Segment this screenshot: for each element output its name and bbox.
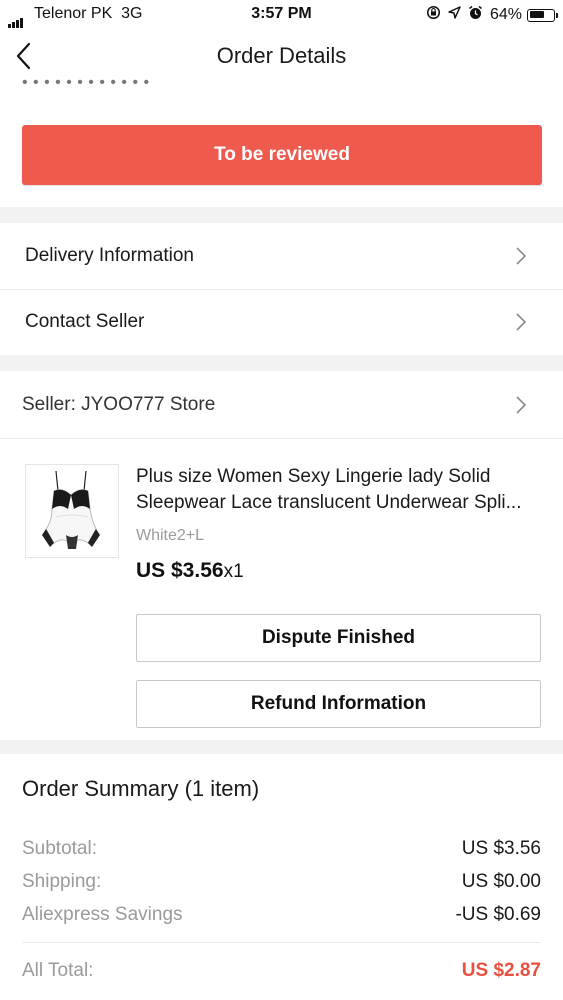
summary-row-shipping: Shipping: US $0.00: [22, 871, 541, 897]
subtotal-label: Subtotal:: [22, 838, 97, 859]
row-divider: [0, 438, 563, 439]
chevron-right-icon: [516, 247, 527, 265]
shipping-value: US $0.00: [461, 871, 541, 892]
contact-seller-row[interactable]: Contact Seller: [0, 290, 563, 355]
product-price-line: US $3.56x1: [136, 559, 244, 583]
chevron-right-icon: [516, 396, 527, 414]
section-divider: [0, 740, 563, 754]
lingerie-product-thumbnail: [42, 470, 100, 549]
battery-icon: [527, 8, 558, 22]
savings-label: Aliexpress Savings: [22, 904, 183, 925]
battery-level-fill: [529, 11, 544, 18]
alarm-icon: [468, 5, 483, 25]
summary-row-subtotal: Subtotal: US $3.56: [22, 838, 541, 864]
savings-value: -US $0.69: [455, 904, 541, 925]
screen-rotation-lock-icon: [426, 5, 441, 25]
product-price: US $3.56: [136, 559, 224, 582]
dispute-finished-button[interactable]: Dispute Finished: [136, 614, 541, 662]
product-thumbnail[interactable]: [25, 464, 119, 558]
delivery-information-label: Delivery Information: [25, 245, 194, 266]
location-arrow-icon: [448, 6, 461, 24]
total-label: All Total:: [22, 960, 94, 981]
seller-name: Seller: JYOO777 Store: [22, 394, 216, 415]
product-title-line: Plus size Women Sexy Lingerie lady Solid: [136, 466, 491, 487]
product-variant: White2+L: [136, 527, 205, 544]
subtotal-value: US $3.56: [461, 838, 541, 859]
refund-information-button[interactable]: Refund Information: [136, 680, 541, 728]
total-value: US $2.87: [461, 960, 541, 981]
section-divider: [0, 355, 563, 371]
product-title-line: Sleepwear Lace translucent Underwear Spl…: [136, 492, 522, 513]
summary-row-savings: Aliexpress Savings -US $0.69: [22, 904, 541, 930]
product-title[interactable]: Plus size Women Sexy Lingerie lady Solid…: [136, 464, 546, 516]
section-divider: [0, 207, 563, 223]
contact-seller-label: Contact Seller: [25, 311, 145, 332]
scrolled-order-note: • • • • • • • • • • • •: [22, 74, 150, 86]
product-quantity: x1: [223, 561, 244, 582]
shipping-label: Shipping:: [22, 871, 102, 892]
battery-percentage: 64%: [489, 6, 522, 23]
summary-divider: [22, 942, 541, 943]
delivery-information-row[interactable]: Delivery Information: [0, 223, 563, 289]
status-bar: Telenor PK 3G 3:57 PM 64%: [0, 0, 563, 30]
summary-row-total: All Total: US $2.87: [22, 960, 541, 986]
page-title: Order Details: [216, 43, 347, 68]
order-summary-title: Order Summary (1 item): [22, 776, 260, 801]
chevron-right-icon: [516, 313, 527, 331]
to-be-reviewed-button[interactable]: To be reviewed: [22, 125, 542, 185]
